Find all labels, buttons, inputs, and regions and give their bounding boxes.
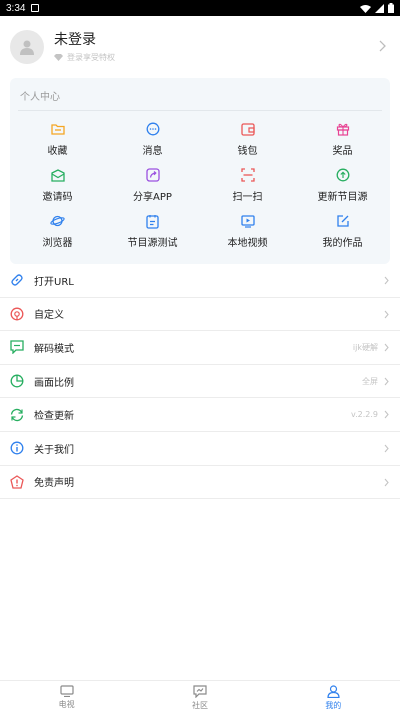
menu-item-label: 画面比例 — [34, 377, 74, 389]
gift-icon — [336, 123, 349, 136]
grid-item-invite-code[interactable]: 邀请码 — [10, 164, 105, 210]
profile-icon — [327, 685, 340, 698]
video-icon — [240, 214, 255, 228]
menu-item-about-us[interactable]: 关于我们 — [0, 432, 400, 466]
profile-subtitle: 登录享受特权 — [67, 53, 115, 62]
menu-item-label: 解码模式 — [34, 343, 74, 355]
menu-item-value: 全屏 — [362, 376, 378, 386]
decode-icon — [10, 340, 24, 355]
avatar[interactable] — [10, 30, 44, 64]
grid-item-label: 浏览器 — [42, 238, 73, 249]
user-icon — [20, 40, 34, 55]
diamond-icon — [54, 54, 63, 61]
grid-item-label: 节目源测试 — [127, 238, 178, 249]
tab-tv[interactable]: 电视 — [0, 681, 133, 712]
status-icons — [360, 3, 394, 13]
grid-item-share-app[interactable]: 分享APP — [105, 164, 200, 210]
personal-center-title: 个人中心 — [20, 92, 60, 103]
chevron-right-icon — [384, 276, 389, 285]
grid-item-messages[interactable]: 消息 — [105, 118, 200, 164]
warning-icon — [10, 475, 24, 489]
tab-label: 社区 — [191, 701, 208, 710]
update-icon — [336, 168, 349, 182]
grid-item-label: 消息 — [142, 146, 163, 157]
refresh-icon — [10, 408, 24, 421]
notification-icon — [31, 4, 40, 12]
community-icon — [193, 685, 207, 698]
grid-item-scan[interactable]: 扫一扫 — [200, 164, 295, 210]
tab-label: 电视 — [58, 700, 75, 709]
menu-item-decode-mode[interactable]: 解码模式 ijk硬解 — [0, 331, 400, 365]
wifi-icon — [360, 4, 371, 13]
profile-header[interactable]: 未登录 登录享受特权 — [0, 16, 400, 78]
menu-item-disclaimer[interactable]: 免责声明 — [0, 466, 400, 500]
menu-item-label: 自定义 — [34, 310, 64, 322]
card-divider — [18, 110, 382, 111]
chevron-right-icon — [384, 411, 389, 419]
grid-item-update-source[interactable]: 更新节目源 — [295, 164, 390, 210]
chevron-right-icon — [384, 310, 389, 318]
grid-item-label: 扫一扫 — [232, 192, 263, 203]
grid-item-label: 本地视频 — [227, 238, 268, 249]
grid-item-local-video[interactable]: 本地视频 — [200, 210, 295, 256]
menu-item-open-url[interactable]: 打开URL — [0, 264, 400, 298]
custom-icon — [10, 307, 24, 321]
profile-name: 未登录 — [54, 32, 96, 48]
menu-item-label: 免责声明 — [34, 478, 74, 490]
chevron-right-icon — [384, 377, 389, 386]
wallet-icon — [240, 122, 255, 136]
test-icon — [146, 214, 159, 229]
info-icon — [10, 441, 24, 455]
planet-icon — [50, 215, 65, 227]
chevron-right-icon — [384, 444, 389, 453]
menu-item-value: v.2.2.9 — [350, 410, 378, 420]
menu-item-label: 检查更新 — [34, 411, 74, 423]
chevron-right-icon — [384, 478, 389, 486]
scan-icon — [240, 168, 255, 182]
grid-item-label: 更新节目源 — [317, 192, 368, 203]
grid-item-wallet[interactable]: 钱包 — [200, 118, 295, 164]
menu-item-custom[interactable]: 自定义 — [0, 298, 400, 332]
link-icon — [11, 274, 23, 286]
edit-icon — [336, 215, 349, 227]
tv-icon — [60, 685, 74, 697]
status-time: 3:34 — [6, 2, 26, 14]
menu-item-label: 关于我们 — [34, 444, 74, 456]
personal-center-card: 个人中心 收藏 消息 钱包 奖品 邀请码 分享APP 扫一扫 更新节目源 浏览器… — [10, 78, 390, 264]
chevron-right-icon — [384, 343, 389, 352]
grid-item-prizes[interactable]: 奖品 — [295, 118, 390, 164]
menu-item-aspect-ratio[interactable]: 画面比例 全屏 — [0, 365, 400, 399]
share-icon — [145, 168, 160, 182]
grid-item-source-test[interactable]: 节目源测试 — [105, 210, 200, 256]
grid-item-label: 收藏 — [47, 146, 68, 157]
ratio-icon — [10, 374, 24, 388]
folder-icon — [50, 124, 65, 135]
tab-community[interactable]: 社区 — [133, 681, 266, 712]
menu-item-check-update[interactable]: 检查更新 v.2.2.9 — [0, 398, 400, 432]
grid-item-favorites[interactable]: 收藏 — [10, 118, 105, 164]
grid-item-label: 邀请码 — [42, 192, 73, 203]
tab-label: 我的 — [325, 701, 342, 710]
grid-item-my-works[interactable]: 我的作品 — [295, 210, 390, 256]
grid-item-label: 钱包 — [237, 146, 258, 157]
grid-item-label: 我的作品 — [322, 238, 363, 249]
bottom-tab-bar: 电视 社区 我的 — [0, 680, 400, 712]
settings-menu: 打开URL 自定义 解码模式 ijk硬解 画面比例 全屏 检查更新 v.2.2.… — [0, 264, 400, 500]
message-icon — [146, 122, 159, 136]
grid-item-label: 奖品 — [332, 146, 353, 157]
chevron-right-icon — [379, 40, 386, 52]
envelope-icon — [50, 168, 65, 182]
signal-icon — [375, 3, 384, 13]
menu-item-label: 打开URL — [34, 276, 74, 288]
tab-mine[interactable]: 我的 — [267, 681, 400, 712]
battery-icon — [388, 3, 394, 13]
status-bar: 3:34 — [0, 0, 400, 16]
grid-item-browser[interactable]: 浏览器 — [10, 210, 105, 256]
menu-item-value: ijk硬解 — [352, 342, 378, 352]
grid-item-label: 分享APP — [133, 192, 172, 203]
